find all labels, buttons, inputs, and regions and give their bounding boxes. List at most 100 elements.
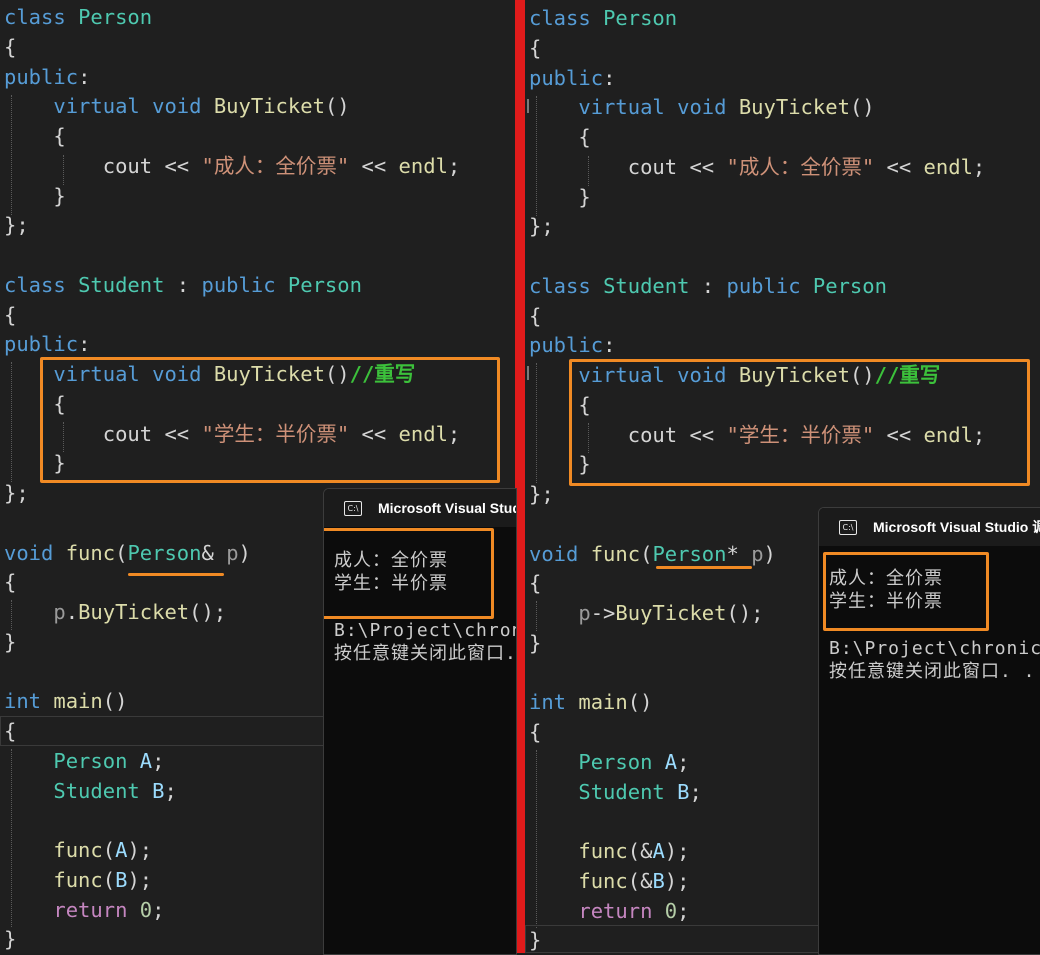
code-token: "成人：全价票" xyxy=(726,154,875,179)
code-line[interactable]: } xyxy=(4,181,65,211)
code-token: }; xyxy=(4,481,29,505)
code-line[interactable]: }; xyxy=(4,210,29,240)
code-token: { xyxy=(4,302,17,327)
code-line[interactable]: { xyxy=(529,301,541,331)
code-token: A xyxy=(139,748,153,773)
code-line[interactable]: { xyxy=(529,717,541,747)
code-line[interactable]: void func(Person* p) xyxy=(529,539,776,569)
code-line[interactable]: func(&A); xyxy=(529,836,689,866)
code-line[interactable]: }; xyxy=(529,211,554,241)
debug-console-right[interactable]: C:\ Microsoft Visual Studio 调试控制台 成人：全价票… xyxy=(818,507,1040,955)
code-token: : xyxy=(689,273,727,298)
code-token: { xyxy=(4,124,66,148)
code-token: p xyxy=(53,600,66,624)
code-token: }; xyxy=(4,213,29,238)
code-token: class xyxy=(4,5,66,29)
code-line[interactable]: { xyxy=(4,716,16,746)
code-line[interactable]: }; xyxy=(4,478,29,508)
code-line[interactable]: cout << "成人：全价票" << endl; xyxy=(4,151,461,181)
code-token: ); xyxy=(664,868,690,893)
code-line[interactable]: cout << "成人：全价票" << endl; xyxy=(529,152,986,182)
debug-console-left[interactable]: C:\ Microsoft Visual Studio 调试控制台 成人：全价票… xyxy=(323,488,517,955)
code-token: return xyxy=(53,897,128,922)
code-line[interactable]: { xyxy=(529,122,590,152)
code-token: endl xyxy=(923,154,973,179)
code-token: Person xyxy=(127,540,202,565)
code-token: : xyxy=(78,64,91,89)
code-line[interactable]: int main() xyxy=(529,687,652,717)
code-line[interactable]: Person A; xyxy=(4,746,164,776)
code-token: cout << xyxy=(4,153,202,178)
code-line[interactable]: Person A; xyxy=(529,747,689,777)
code-line[interactable]: { xyxy=(4,32,16,62)
code-token: { xyxy=(529,720,542,744)
code-token: public xyxy=(4,332,79,357)
code-line[interactable]: p->BuyTicket(); xyxy=(529,598,763,628)
code-line[interactable]: virtual void BuyTicket() xyxy=(529,92,874,122)
code-line[interactable]: func(&B); xyxy=(529,866,689,896)
code-line[interactable]: virtual void BuyTicket() xyxy=(4,91,349,121)
code-token: endl xyxy=(398,153,448,178)
code-token: B xyxy=(115,867,128,892)
code-token: } xyxy=(529,928,542,953)
code-line[interactable]: return 0; xyxy=(4,895,164,925)
code-line[interactable]: } xyxy=(4,924,16,953)
code-line[interactable]: int main() xyxy=(4,686,127,716)
code-line[interactable]: class Person xyxy=(529,3,677,33)
code-line[interactable]: func(B); xyxy=(4,865,152,895)
console-titlebar[interactable]: C:\ Microsoft Visual Studio 调试控制台 xyxy=(819,508,1040,546)
code-line[interactable]: { xyxy=(4,300,16,330)
code-token: ); xyxy=(127,867,153,892)
console-footer-line: B:\Project\chronicle\x64\Debug\Project.e… xyxy=(334,620,516,641)
code-line[interactable]: void func(Person& p) xyxy=(4,538,251,568)
code-line[interactable]: Student B; xyxy=(4,776,176,806)
code-line[interactable]: public: xyxy=(4,329,90,359)
highlight-box-output xyxy=(324,528,494,619)
code-token: ( xyxy=(102,867,116,892)
code-line[interactable]: class Student : public Person xyxy=(529,271,887,301)
underline-reference-param xyxy=(128,573,224,576)
code-line[interactable]: } xyxy=(529,925,541,953)
code-token: (& xyxy=(627,839,653,863)
code-line[interactable]: Student B; xyxy=(529,777,702,807)
code-token: . xyxy=(65,600,79,624)
code-line[interactable]: { xyxy=(529,568,541,598)
code-line[interactable]: { xyxy=(529,33,541,63)
code-token: << xyxy=(874,154,924,179)
code-token: }; xyxy=(529,482,554,506)
code-token: ); xyxy=(127,838,153,862)
code-line[interactable]: } xyxy=(4,627,16,657)
code-token: p xyxy=(578,601,591,625)
code-line[interactable]: } xyxy=(529,628,541,658)
code-line[interactable]: { xyxy=(4,121,66,151)
code-token: ; xyxy=(689,779,702,804)
code-token: BuyTicket xyxy=(615,601,727,625)
code-token: } xyxy=(529,184,591,209)
code-token: B xyxy=(152,778,165,803)
code-line[interactable]: public: xyxy=(529,63,615,93)
code-token: ; xyxy=(972,154,986,179)
code-line[interactable]: { xyxy=(4,567,16,597)
code-token: BuyTicket xyxy=(213,94,325,119)
code-line[interactable]: class Person xyxy=(4,2,152,32)
console-titlebar[interactable]: C:\ Microsoft Visual Studio 调试控制台 xyxy=(324,489,516,527)
code-line[interactable]: p.BuyTicket(); xyxy=(4,597,226,627)
code-token: A xyxy=(115,838,128,862)
code-token: Student xyxy=(603,273,690,298)
code-line[interactable]: class Student : public Person xyxy=(4,270,362,300)
code-line[interactable]: func(A); xyxy=(4,835,152,865)
code-line[interactable]: public: xyxy=(4,62,90,92)
code-token: { xyxy=(4,719,17,743)
code-line[interactable]: } xyxy=(529,182,591,212)
code-token: { xyxy=(4,34,17,59)
code-line[interactable]: }; xyxy=(529,479,554,509)
code-line[interactable]: return 0; xyxy=(529,896,689,926)
code-line[interactable]: public: xyxy=(529,330,615,360)
